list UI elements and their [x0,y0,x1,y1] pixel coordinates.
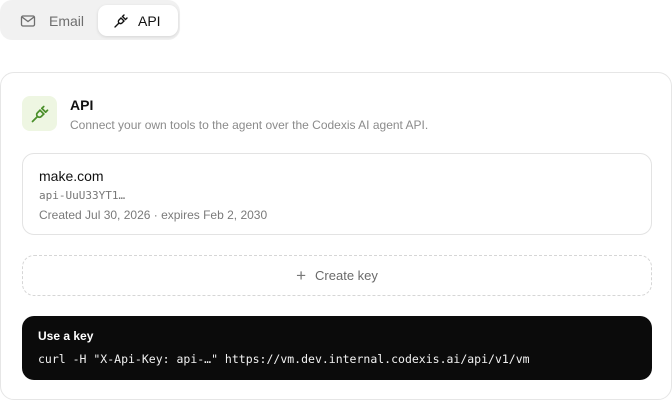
tab-api[interactable]: API [98,5,178,36]
api-panel: API Connect your own tools to the agent … [0,72,672,400]
api-key-card[interactable]: make.com api-UuU33YT1… Created Jul 30, 2… [22,153,652,235]
mail-icon [20,13,36,29]
key-prefix: api-UuU33YT1… [39,189,126,202]
usage-title: Use a key [38,329,94,343]
key-meta: Created Jul 30, 2026 · expires Feb 2, 20… [39,208,268,222]
tab-bar: Email API [0,0,180,40]
api-section-icon [22,96,57,131]
api-section-description: Connect your own tools to the agent over… [70,118,429,132]
api-section-title: API [70,97,94,113]
plug-icon [31,105,48,122]
plug-icon [113,13,129,29]
create-key-button[interactable]: + Create key [22,255,652,296]
tab-api-label: API [138,12,161,29]
create-key-label: Create key [315,268,378,283]
key-name: make.com [39,168,104,184]
tab-email-label: Email [49,12,85,29]
tab-email[interactable]: Email [16,5,84,36]
plus-icon: + [296,266,307,285]
usage-command[interactable]: curl -H "X-Api-Key: api-…" https://vm.de… [38,352,530,366]
usage-code-block: Use a key curl -H "X-Api-Key: api-…" htt… [22,316,652,380]
